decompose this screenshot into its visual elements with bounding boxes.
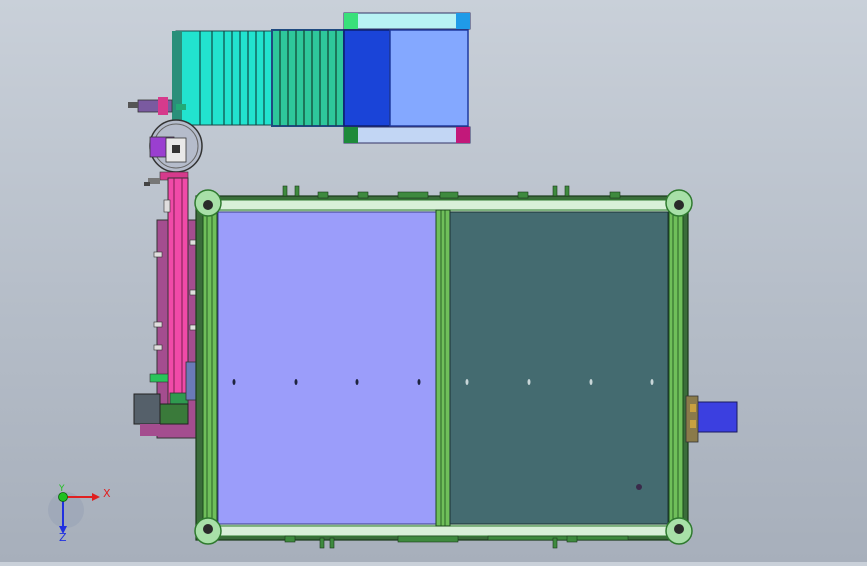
side-attachment (685, 395, 738, 443)
model-drawing (48, 12, 738, 549)
coordinate-triad (48, 492, 100, 534)
x-axis-label: X (103, 487, 111, 500)
rotary-unit (149, 119, 203, 173)
x-axis-arrow (92, 493, 100, 501)
y-axis-label: Y (59, 484, 65, 494)
z-axis-label: Z (59, 531, 67, 544)
main-frame (194, 185, 693, 549)
feeder-conveyor (172, 12, 471, 144)
cad-viewport[interactable]: X Y Z (0, 0, 867, 562)
